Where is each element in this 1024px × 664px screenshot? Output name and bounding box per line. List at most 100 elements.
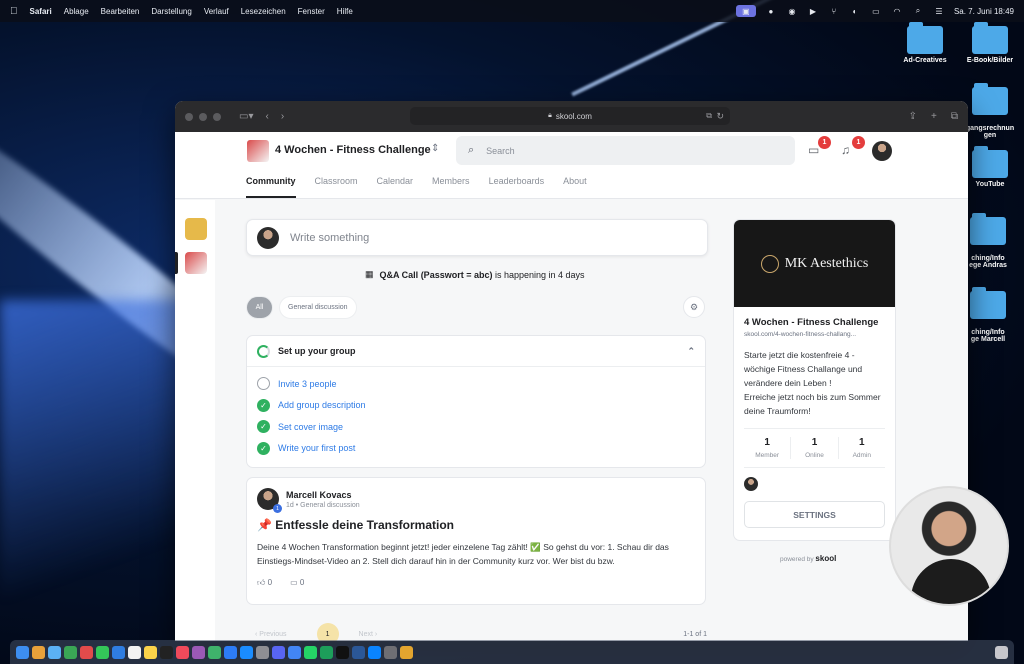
stat-online[interactable]: 1 Online [791, 437, 839, 459]
author-avatar[interactable]: 1 [257, 488, 282, 513]
wifi-icon[interactable]: ◠ [891, 6, 903, 16]
task-add-description[interactable]: ✓ Add group description [247, 395, 705, 417]
comment-button[interactable]: ▭ 0 [290, 578, 304, 588]
podcasts-icon[interactable] [192, 645, 205, 659]
calendar-icon[interactable] [128, 645, 141, 659]
filter-general-discussion[interactable]: General discussion [279, 296, 357, 319]
keynote-icon[interactable] [224, 645, 237, 659]
search-input[interactable]: ⌕ Search [456, 136, 795, 165]
desktop-folder-youtube[interactable]: YouTube [960, 146, 1020, 188]
vivaldi-icon[interactable] [80, 645, 93, 659]
setup-header[interactable]: Set up your group ⌃ [247, 336, 705, 367]
tab-classroom[interactable]: Classroom [315, 176, 358, 198]
task-first-post[interactable]: ✓ Write your first post [247, 438, 705, 460]
discord-icon[interactable] [272, 645, 285, 659]
music-icon[interactable] [176, 645, 189, 659]
forward-icon[interactable]: › [281, 111, 284, 122]
bluetooth-icon[interactable] [368, 645, 381, 659]
menu-bearbeiten[interactable]: Bearbeiten [101, 7, 140, 16]
status-app-icon[interactable]: ● [765, 6, 777, 16]
trash-icon[interactable] [995, 645, 1008, 659]
reload-icon[interactable]: ↻ [716, 111, 724, 122]
facetime-icon[interactable] [96, 645, 109, 659]
chevron-up-icon[interactable]: ⌃ [687, 346, 695, 357]
settings-icon[interactable] [256, 645, 269, 659]
apple-icon[interactable]:  [10, 6, 18, 17]
fork-icon[interactable]: ⑂ [828, 6, 840, 16]
excel-icon[interactable] [320, 645, 333, 659]
group-logo[interactable] [247, 140, 269, 162]
sidebar-toggle-icon[interactable]: ▭▾ [239, 111, 253, 122]
tab-overview-icon[interactable]: ⧉ [951, 111, 958, 122]
task-invite-people[interactable]: Invite 3 people [247, 373, 705, 395]
menu-hilfe[interactable]: Hilfe [337, 7, 353, 16]
post-card[interactable]: 1 Marcell Kovacs 1d • General discussion… [246, 477, 706, 605]
capcut-icon[interactable] [336, 645, 349, 659]
mail-icon[interactable] [112, 645, 125, 659]
address-bar[interactable]: 🔒︎ skool.com ⧉ ↻ [410, 107, 730, 125]
menu-darstellung[interactable]: Darstellung [151, 7, 191, 16]
whatsapp-icon[interactable] [304, 645, 317, 659]
safari-icon[interactable] [48, 645, 61, 659]
screen-record-icon[interactable]: ▣ [735, 5, 756, 17]
desktop-folder-ad-creatives[interactable]: Ad-Creatives [895, 22, 955, 64]
word-icon[interactable] [352, 645, 365, 659]
desktop-folder-ebook[interactable]: E-Book/Bilder [960, 22, 1020, 64]
tab-leaderboards[interactable]: Leaderboards [489, 176, 545, 198]
bell-icon[interactable]: ♫ [841, 143, 850, 157]
minimize-window-button[interactable] [199, 112, 207, 121]
share-icon[interactable]: ⇪ [909, 111, 917, 122]
current-page[interactable]: 1 [316, 623, 339, 641]
next-page-button[interactable]: Next › [359, 631, 378, 638]
like-button[interactable]: 👍︎ 0 [257, 578, 272, 588]
settings-button[interactable]: SETTINGS [744, 501, 885, 528]
menu-clock[interactable]: Sa. 7. Juni 18:49 [954, 7, 1014, 16]
notes-icon[interactable] [144, 645, 157, 659]
menu-lesezeichen[interactable]: Lesezeichen [241, 7, 286, 16]
menu-verlauf[interactable]: Verlauf [204, 7, 229, 16]
tab-members[interactable]: Members [432, 176, 470, 198]
group-switcher-icon[interactable]: ⇕ [431, 143, 439, 154]
battery-icon[interactable]: ▭ [870, 6, 882, 16]
menu-app-name[interactable]: Safari [30, 7, 52, 16]
numbers-icon[interactable] [208, 645, 221, 659]
menu-fenster[interactable]: Fenster [298, 7, 325, 16]
powered-by-skool[interactable]: powered by skool [780, 554, 836, 563]
tab-calendar[interactable]: Calendar [377, 176, 414, 198]
stat-admin[interactable]: 1 Admin [839, 437, 885, 459]
messages-icon[interactable] [64, 645, 77, 659]
group-avatar-1[interactable] [185, 218, 207, 240]
zoom-window-button[interactable] [213, 112, 221, 121]
new-tab-icon[interactable]: + [931, 111, 937, 122]
stat-members[interactable]: 1 Member [744, 437, 792, 459]
translate-icon[interactable]: ⧉ [706, 111, 712, 121]
chrome-icon[interactable] [288, 645, 301, 659]
menu-ablage[interactable]: Ablage [64, 7, 89, 16]
folder-icon[interactable] [400, 645, 413, 659]
filter-all[interactable]: All [246, 296, 273, 319]
control-center-icon[interactable]: ☰ [933, 6, 945, 16]
close-window-button[interactable] [185, 112, 193, 121]
preview-icon[interactable] [384, 645, 397, 659]
author-name[interactable]: Marcell Kovacs [286, 490, 360, 500]
camera-icon[interactable]: ◉ [786, 6, 798, 16]
launchpad-icon[interactable] [32, 645, 45, 659]
filter-settings-icon[interactable]: ⚙ [683, 296, 705, 318]
previous-page-button[interactable]: ‹ Previous [255, 631, 287, 638]
finder-icon[interactable] [16, 645, 29, 659]
user-avatar[interactable] [872, 141, 892, 161]
spotlight-icon[interactable]: ⌕ [912, 6, 924, 16]
task-set-cover[interactable]: ✓ Set cover image [247, 416, 705, 438]
event-banner[interactable]: ▦ Q&A Call (Passwort = abc) is happening… [365, 269, 585, 280]
play-icon[interactable]: ▶ [807, 6, 819, 16]
app-store-icon[interactable] [240, 645, 253, 659]
tab-community[interactable]: Community [246, 176, 296, 198]
group-name[interactable]: 4 Wochen - Fitness Challenge [275, 144, 431, 156]
member-avatar[interactable] [744, 477, 758, 491]
desktop-folder-eingangsrechnungen[interactable]: gangsrechnun gen [960, 80, 1020, 139]
group-avatar-2[interactable] [185, 252, 207, 274]
post-title[interactable]: 📌 Entfessle deine Transformation [257, 518, 695, 532]
write-post-box[interactable]: Write something [246, 219, 708, 256]
tab-about[interactable]: About [563, 176, 587, 198]
tv-icon[interactable] [160, 645, 173, 659]
